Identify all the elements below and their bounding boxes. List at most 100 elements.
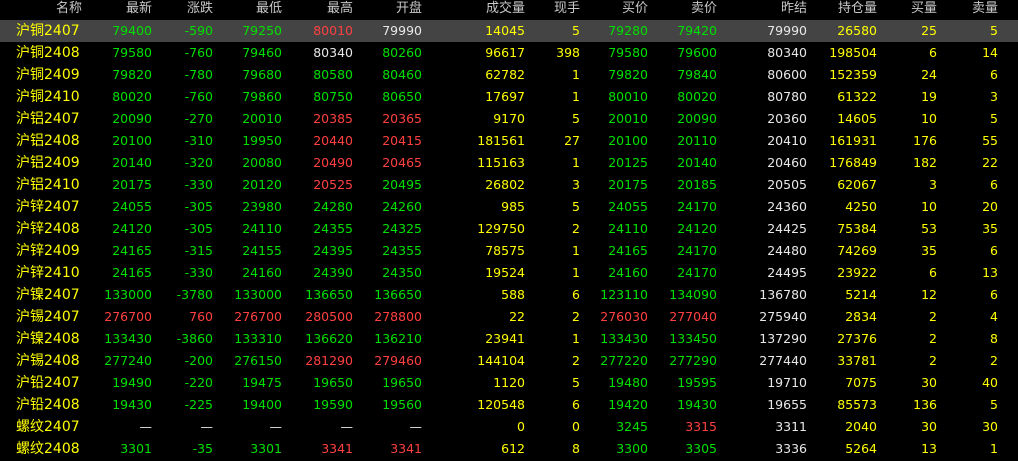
current-cell: 5 bbox=[572, 23, 580, 38]
table-row[interactable]: 沪铝2407 20090 -270 20010 20385 20365 9170 5 20010… bbox=[0, 108, 1018, 130]
low-cell: 20120 bbox=[242, 177, 282, 192]
table-row[interactable]: 螺纹2408 3301 -35 3301 3341 3341 612 8 3300 3305 333… bbox=[0, 438, 1018, 460]
volume-cell: 62782 bbox=[485, 67, 525, 82]
volume-cell: 129750 bbox=[477, 221, 525, 236]
volume-cell: 588 bbox=[501, 287, 525, 302]
volume-cell: 120548 bbox=[477, 397, 525, 412]
prev-settle-header[interactable]: 昨结 bbox=[719, 0, 807, 20]
open-header[interactable]: 开盘 bbox=[354, 0, 422, 20]
current-hand-header[interactable]: 现手 bbox=[526, 0, 580, 20]
change-cell: -3780 bbox=[176, 287, 213, 302]
table-row[interactable]: 沪锌2410 24165 -330 24160 24390 24350 19524 1 2416… bbox=[0, 262, 1018, 284]
table-row[interactable]: 沪锡2408 277240 -200 276150 281290 279460 144104… bbox=[0, 350, 1018, 372]
name-header[interactable]: 名称 bbox=[0, 0, 82, 20]
open-interest-cell: 75384 bbox=[837, 221, 877, 236]
table-row[interactable]: 沪铅2408 19430 -225 19400 19590 19560 120548 6 194… bbox=[0, 394, 1018, 416]
table-row[interactable]: 螺纹2407— — — — —0 0 3245 3315 3311 2040 30 30 bbox=[0, 416, 1018, 438]
prev-settle-cell: 19710 bbox=[767, 375, 807, 390]
volume-cell: 78575 bbox=[485, 243, 525, 258]
open-interest-header[interactable]: 持仓量 bbox=[809, 0, 877, 20]
ask-header[interactable]: 卖价 bbox=[649, 0, 717, 20]
volume-cell: 115163 bbox=[477, 155, 525, 170]
open-interest-cell: 161931 bbox=[829, 133, 877, 148]
prev-settle-cell: 20460 bbox=[767, 155, 807, 170]
open-interest-cell: 176849 bbox=[829, 155, 877, 170]
change-cell: -3860 bbox=[176, 331, 213, 346]
last-cell: 276700 bbox=[104, 309, 152, 324]
prev-settle-cell: 277440 bbox=[759, 353, 807, 368]
bid-header[interactable]: 买价 bbox=[581, 0, 648, 20]
bid-cell: 123110 bbox=[600, 287, 648, 302]
prev-settle-cell: 24425 bbox=[767, 221, 807, 236]
current-cell: 2 bbox=[572, 309, 580, 324]
low-cell: 79680 bbox=[242, 67, 282, 82]
change-cell: -220 bbox=[184, 375, 213, 390]
table-row[interactable]: 沪锌2409 24165 -315 24155 24395 24355 78575 1 2416… bbox=[0, 240, 1018, 262]
table-row[interactable]: 沪铜2408 79580 -760 79460 80340 80260 96617 398 79… bbox=[0, 42, 1018, 64]
ask-vol-cell: 13 bbox=[982, 265, 998, 280]
prev-settle-cell: 80780 bbox=[767, 89, 807, 104]
current-cell: 5 bbox=[572, 111, 580, 126]
bid-vol-header[interactable]: 买量 bbox=[879, 0, 937, 20]
ask-cell: 3305 bbox=[685, 441, 717, 456]
low-header[interactable]: 最低 bbox=[214, 0, 282, 20]
prev-settle-cell: 24480 bbox=[767, 243, 807, 258]
ask-cell: 80020 bbox=[677, 89, 717, 104]
open-interest-cell: 2834 bbox=[845, 309, 877, 324]
table-row[interactable]: 沪铜2409 79820 -780 79680 80580 80460 62782 1 7982… bbox=[0, 64, 1018, 86]
table-row[interactable]: 沪镍2407 133000 -3780 133000 136650 136650 588 6 1… bbox=[0, 284, 1018, 306]
ask-cell: 79420 bbox=[677, 23, 717, 38]
open-cell: 136210 bbox=[374, 331, 422, 346]
current-cell: 5 bbox=[572, 375, 580, 390]
table-row[interactable]: 沪铜2407 79400 -590 79250 80010 79990 14045 5 7928… bbox=[0, 20, 1018, 42]
table-row[interactable]: 沪铝2410 20175 -330 20120 20525 20495 26802 3 2017… bbox=[0, 174, 1018, 196]
table-row[interactable]: 沪铅2407 19490 -220 19475 19650 19650 1120 5 19480… bbox=[0, 372, 1018, 394]
ask-vol-cell: 35 bbox=[982, 221, 998, 236]
table-row[interactable]: 沪锌2407 24055 -305 23980 24280 24260 985 5 24055 2… bbox=[0, 196, 1018, 218]
bid-cell: 79280 bbox=[608, 23, 648, 38]
open-cell: — bbox=[409, 419, 423, 434]
bid-vol-cell: 136 bbox=[913, 397, 937, 412]
volume-cell: 144104 bbox=[477, 353, 525, 368]
bid-vol-cell: 176 bbox=[913, 133, 937, 148]
bid-cell: 3300 bbox=[616, 441, 648, 456]
quote-table: 名称 最新 涨跌 最低 最高 开盘 成交量 现手 买价 卖价 昨结 持仓量 买量 卖量 沪铜2407 794… bbox=[0, 0, 1018, 460]
last-cell: 133430 bbox=[104, 331, 152, 346]
bid-cell: 24055 bbox=[608, 199, 648, 214]
open-interest-cell: 33781 bbox=[837, 353, 877, 368]
ask-cell: 19430 bbox=[677, 397, 717, 412]
ask-cell: 79600 bbox=[677, 45, 717, 60]
last-header[interactable]: 最新 bbox=[82, 0, 152, 20]
change-cell: -200 bbox=[184, 353, 213, 368]
open-interest-cell: 7075 bbox=[845, 375, 877, 390]
prev-settle-cell: 80600 bbox=[767, 67, 807, 82]
current-cell: 27 bbox=[564, 133, 580, 148]
table-row[interactable]: 沪镍2408 133430 -3860 133310 136620 136210 23941… bbox=[0, 328, 1018, 350]
table-row[interactable]: 沪锌2408 24120 -305 24110 24355 24325 129750 2 241… bbox=[0, 218, 1018, 240]
table-row[interactable]: 沪铝2408 20100 -310 19950 20440 20415 181561 27 20… bbox=[0, 130, 1018, 152]
volume-header[interactable]: 成交量 bbox=[425, 0, 525, 20]
current-cell: 1 bbox=[572, 67, 580, 82]
low-cell: 19475 bbox=[242, 375, 282, 390]
change-header[interactable]: 涨跌 bbox=[153, 0, 213, 20]
ask-vol-header[interactable]: 卖量 bbox=[940, 0, 998, 20]
change-cell: -305 bbox=[184, 199, 213, 214]
last-cell: 24165 bbox=[112, 243, 152, 258]
high-cell: 280500 bbox=[305, 309, 353, 324]
table-row[interactable]: 沪锡2407 276700 760 276700 280500 278800 22 2 2760… bbox=[0, 306, 1018, 328]
open-cell: 279460 bbox=[374, 353, 422, 368]
change-cell: — bbox=[200, 419, 214, 434]
ask-cell: 19595 bbox=[677, 375, 717, 390]
prev-settle-cell: 3311 bbox=[775, 419, 807, 434]
high-header[interactable]: 最高 bbox=[283, 0, 353, 20]
ask-cell: 20140 bbox=[677, 155, 717, 170]
last-cell: 19430 bbox=[112, 397, 152, 412]
low-cell: 79250 bbox=[242, 23, 282, 38]
last-cell: 24165 bbox=[112, 265, 152, 280]
last-cell: 19490 bbox=[112, 375, 152, 390]
prev-settle-cell: 19655 bbox=[767, 397, 807, 412]
table-row[interactable]: 沪铜2410 80020 -760 79860 80750 80650 17697 1 8001… bbox=[0, 86, 1018, 108]
low-cell: 20080 bbox=[242, 155, 282, 170]
current-cell: 0 bbox=[572, 419, 580, 434]
table-row[interactable]: 沪铝2409 20140 -320 20080 20490 20465 115163 1 201… bbox=[0, 152, 1018, 174]
